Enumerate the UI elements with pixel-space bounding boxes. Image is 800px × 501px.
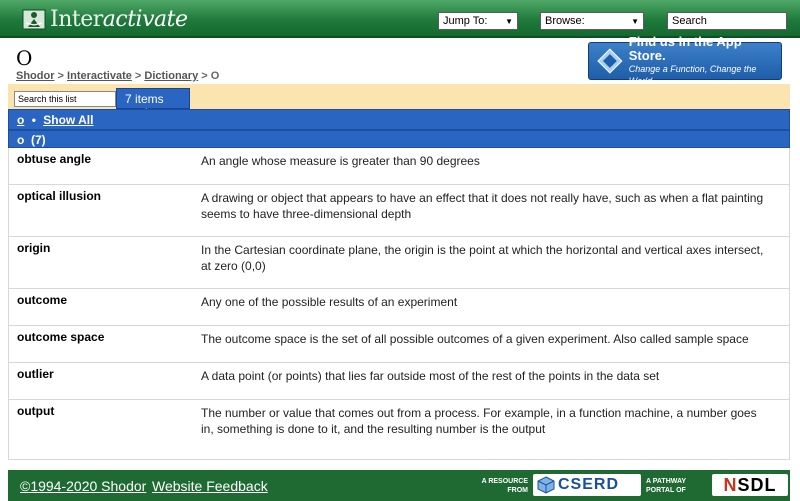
cserd-logo[interactable]: CSERD: [533, 474, 641, 496]
logo-text: Interactivate: [50, 6, 188, 32]
breadcrumb: Shodor > Interactivate > Dictionary > O: [16, 70, 219, 82]
breadcrumb-interactivate-link[interactable]: Interactivate: [67, 70, 132, 82]
website-feedback-link[interactable]: Website Feedback: [152, 478, 268, 494]
list-item: output The number or value that comes ou…: [9, 400, 789, 460]
cserd-text: CSERD: [558, 476, 620, 493]
list-item: origin In the Cartesian coordinate plane…: [9, 237, 789, 289]
browse-label: Browse:: [545, 15, 585, 27]
nav-bullet: •: [31, 113, 36, 127]
app-store-logo-icon: [597, 48, 623, 74]
breadcrumb-separator: >: [54, 70, 68, 82]
book-reader-icon: [22, 9, 46, 30]
chevron-down-icon: ▼: [631, 16, 639, 26]
term: outcome: [17, 293, 68, 307]
term: origin: [17, 241, 51, 255]
definition: Any one of the possible results of an ex…: [201, 295, 458, 309]
breadcrumb-separator: >: [131, 70, 145, 82]
resource-from-label: A RESOURCE FROM: [481, 478, 528, 494]
term: output: [17, 404, 55, 418]
term: obtuse angle: [17, 152, 92, 166]
nsdl-logo[interactable]: NSDL: [712, 474, 788, 496]
term: optical illusion: [17, 189, 102, 203]
jump-to-label: Jump To:: [443, 15, 488, 27]
copyright-link[interactable]: ©1994-2020 Shodor: [20, 478, 146, 494]
list-item: optical illusion A drawing or object tha…: [9, 185, 789, 237]
breadcrumb-separator: >: [198, 70, 211, 82]
definition: A drawing or object that appears to have…: [201, 191, 764, 221]
show-all-link[interactable]: Show All: [43, 113, 93, 127]
chevron-down-icon: ▼: [505, 16, 513, 26]
list-search-input[interactable]: Search this list: [14, 91, 116, 107]
cube-icon: [537, 476, 555, 494]
interactivate-logo[interactable]: Interactivate: [22, 5, 188, 33]
app-store-banner[interactable]: Find us in the App Store. Change a Funct…: [588, 35, 782, 86]
breadcrumb-dictionary-link[interactable]: Dictionary: [144, 70, 198, 82]
definitions-list: obtuse angle An angle whose measure is g…: [8, 148, 790, 460]
app-store-headline: Find us in the App Store.: [628, 34, 742, 63]
list-item: outcome Any one of the possible results …: [9, 289, 789, 326]
page-title: O: [16, 46, 33, 70]
definition: In the Cartesian coordinate plane, the o…: [201, 243, 764, 273]
section-header: o (7): [8, 130, 790, 148]
list-item: outcome space The outcome space is the s…: [9, 326, 789, 363]
letter-o-link[interactable]: o: [17, 113, 24, 127]
definition: The number or value that comes out from …: [201, 406, 757, 436]
breadcrumb-shodor-link[interactable]: Shodor: [16, 70, 55, 82]
jump-to-dropdown[interactable]: Jump To: ▼: [438, 12, 518, 30]
site-search-input[interactable]: Search: [667, 12, 787, 30]
term: outlier: [17, 367, 54, 381]
definition: An angle whose measure is greater than 9…: [201, 154, 480, 168]
pathway-portal-label: A PATHWAY PORTAL OF: [646, 478, 687, 494]
definition: A data point (or points) that lies far o…: [201, 369, 660, 383]
list-item: obtuse angle An angle whose measure is g…: [9, 148, 789, 185]
list-item: outlier A data point (or points) that li…: [9, 363, 789, 400]
breadcrumb-current: O: [210, 70, 220, 82]
term: outcome space: [17, 330, 105, 344]
items-count: 7 items total: [116, 88, 190, 120]
definition: The outcome space is the set of all poss…: [201, 332, 749, 346]
browse-dropdown[interactable]: Browse: ▼: [540, 12, 644, 30]
letter-nav: o • Show All: [8, 109, 790, 130]
